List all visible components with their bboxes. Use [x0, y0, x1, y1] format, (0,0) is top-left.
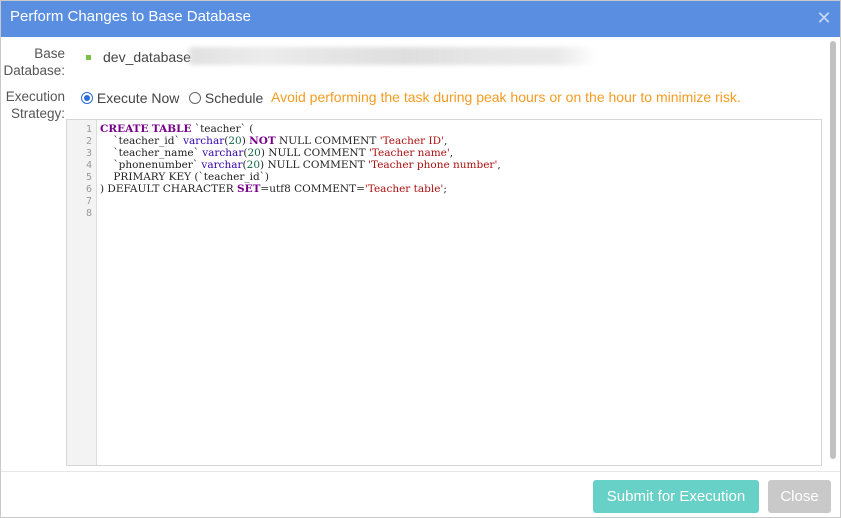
code-line: `teacher_name` varchar(20) NULL COMMENT … [100, 147, 454, 159]
code-line: ) DEFAULT CHARACTER SET=utf8 COMMENT='Te… [100, 183, 447, 195]
execution-strategy-label-line2: Strategy: [10, 106, 65, 121]
code-line: PRIMARY KEY (`teacher_id`) [100, 171, 270, 183]
base-database-label: Base Database: [1, 45, 65, 79]
dialog-scrollbar[interactable] [830, 41, 836, 459]
option-execute-now[interactable]: Execute Now [81, 90, 179, 106]
database-status-dot [86, 55, 91, 60]
footer-divider [1, 471, 840, 472]
redacted-database-details [186, 47, 596, 65]
line-number: 7 [85, 196, 92, 207]
line-number: 3 [85, 148, 92, 159]
line-number: 8 [85, 208, 92, 219]
code-line: `teacher_id` varchar(20) NOT NULL COMMEN… [100, 135, 448, 147]
radio-execute-now[interactable] [81, 92, 93, 104]
option-execute-now-label: Execute Now [96, 90, 180, 106]
base-database-label-line1: Base [34, 46, 65, 61]
submit-for-execution-button[interactable]: Submit for Execution [593, 480, 759, 513]
line-number: 4 [85, 160, 92, 171]
code-line: CREATE TABLE `teacher` ( [100, 123, 254, 135]
line-number: 2 [85, 136, 92, 147]
sql-editor[interactable]: 1 2 3 4 5 6 7 8 CREATE TABLE `teacher` (… [66, 119, 822, 466]
base-database-label-line2: Database: [3, 63, 65, 78]
line-number: 5 [85, 172, 92, 183]
execution-strategy-label: Execution Strategy: [1, 88, 65, 122]
line-number-gutter: 1 2 3 4 5 6 7 8 [67, 120, 97, 465]
close-button[interactable]: Close [768, 480, 831, 513]
code-line: `phonenumber` varchar(20) NULL COMMENT '… [100, 159, 501, 171]
risk-warning-text: Avoid performing the task during peak ho… [271, 89, 741, 105]
close-icon[interactable]: ✕ [816, 9, 832, 27]
base-database-value: dev_database [103, 49, 191, 65]
dialog-title: Perform Changes to Base Database [10, 8, 251, 25]
option-schedule[interactable]: Schedule [189, 90, 263, 106]
dialog-header: Perform Changes to Base Database ✕ [1, 1, 840, 37]
line-number: 6 [85, 184, 92, 195]
radio-schedule[interactable] [189, 92, 201, 104]
perform-changes-dialog: Perform Changes to Base Database ✕ Base … [0, 0, 841, 518]
line-number: 1 [85, 124, 92, 135]
execution-strategy-label-line1: Execution [5, 89, 65, 104]
option-schedule-label: Schedule [204, 90, 264, 106]
